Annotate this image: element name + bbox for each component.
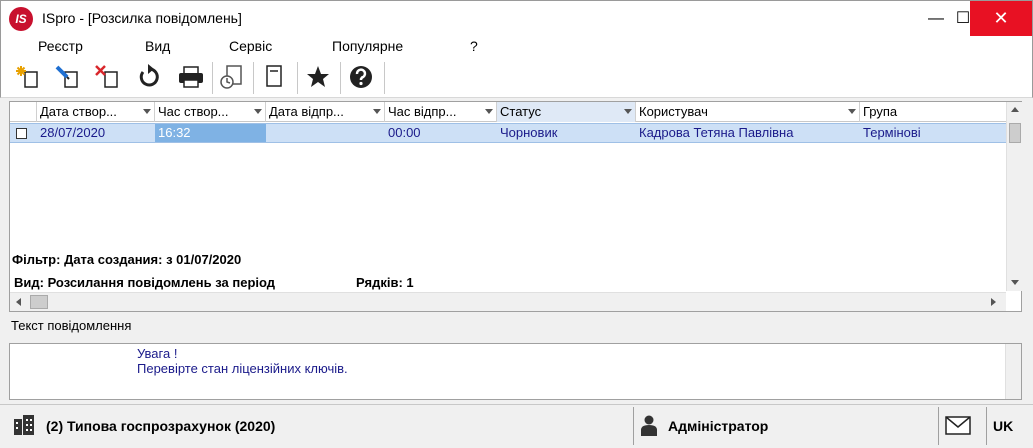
filter-label: Фільтр: Дата создания: з 01/07/2020	[12, 252, 242, 267]
column-header-label: Час створ...	[158, 104, 229, 119]
menu-bar: Реєстр Вид Сервіс Популярне ?	[0, 36, 1033, 58]
scroll-left-arrow-icon[interactable]	[16, 298, 21, 306]
mail-icon[interactable]	[945, 415, 971, 437]
column-header-label: Група	[863, 104, 898, 119]
column-header-label: Час відпр...	[388, 104, 457, 119]
scroll-thumb[interactable]	[1009, 123, 1021, 143]
table-row[interactable]: 28/07/2020 16:32 00:00 Чорновик Кадрова …	[10, 123, 1006, 143]
sort-arrow-icon[interactable]	[143, 109, 151, 114]
company-label[interactable]: (2) Типова госпрозрахунок (2020)	[46, 418, 275, 434]
sort-arrow-icon[interactable]	[485, 109, 493, 114]
menu-registry[interactable]: Реєстр	[38, 38, 83, 54]
scroll-down-arrow-icon[interactable]	[1011, 280, 1019, 285]
message-text-area[interactable]: Увага ! Перевірте стан ліцензійних ключі…	[9, 343, 1022, 400]
language-indicator[interactable]: UK	[993, 418, 1013, 434]
horizontal-scrollbar[interactable]	[10, 292, 1006, 311]
menu-popular[interactable]: Популярне	[332, 38, 403, 54]
scroll-right-arrow-icon[interactable]	[991, 298, 996, 306]
view-label: Вид: Розсилання повідомлень за період	[14, 275, 276, 290]
cell-date-created[interactable]: 28/07/2020	[37, 124, 155, 142]
close-button[interactable]: ✕	[970, 1, 1032, 36]
menu-help[interactable]: ?	[470, 38, 478, 54]
window-title: ISpro - [Розсилка повідомлень]	[42, 10, 242, 26]
column-header-date-sent[interactable]: Дата відпр...	[266, 102, 385, 122]
sort-arrow-icon[interactable]	[624, 109, 632, 114]
column-header-label: Статус	[500, 104, 542, 119]
grid-header: Дата створ... Час створ... Дата відпр...…	[10, 102, 1006, 122]
column-header-time-created[interactable]: Час створ...	[155, 102, 266, 122]
status-separator	[633, 407, 634, 445]
toolbar	[0, 58, 1033, 98]
print-icon[interactable]	[176, 62, 206, 92]
column-header-label: Користувач	[639, 104, 708, 119]
new-document-icon[interactable]	[13, 62, 43, 92]
status-bar: (2) Типова госпрозрахунок (2020) Адмініс…	[0, 404, 1033, 448]
toolbar-separator	[253, 62, 254, 94]
edit-document-icon[interactable]	[53, 62, 83, 92]
notebook-icon[interactable]	[259, 62, 289, 92]
cell-user[interactable]: Кадрова Тетяна Павлівна	[636, 124, 860, 142]
cell-time-created[interactable]: 16:32	[155, 124, 266, 142]
app-logo-icon: IS	[9, 7, 33, 31]
column-header-group[interactable]: Група	[860, 102, 1006, 122]
favorite-star-icon[interactable]	[303, 62, 333, 92]
column-header-label: Дата відпр...	[269, 104, 344, 119]
scroll-up-arrow-icon[interactable]	[1011, 107, 1019, 112]
vertical-scrollbar[interactable]	[1006, 102, 1022, 291]
message-line: Перевірте стан ліцензійних ключів.	[137, 361, 348, 376]
rows-count: Рядків: 1	[356, 275, 414, 290]
delete-document-icon[interactable]	[93, 62, 123, 92]
toolbar-separator	[297, 62, 298, 94]
status-separator	[986, 407, 987, 445]
column-header-label: Дата створ...	[40, 104, 117, 119]
help-icon[interactable]	[346, 62, 376, 92]
column-header-user[interactable]: Користувач	[636, 102, 860, 122]
title-bar: IS ISpro - [Розсилка повідомлень] — ☐ ✕	[0, 0, 1033, 36]
scroll-thumb[interactable]	[30, 295, 48, 309]
cell-status[interactable]: Чорновик	[497, 124, 636, 142]
vertical-scrollbar[interactable]	[1005, 344, 1021, 399]
user-label[interactable]: Адміністратор	[668, 418, 768, 434]
column-header-check	[10, 102, 37, 122]
sort-arrow-icon[interactable]	[848, 109, 856, 114]
refresh-icon[interactable]	[134, 62, 164, 92]
column-header-time-sent[interactable]: Час відпр...	[385, 102, 497, 122]
user-icon	[640, 414, 658, 438]
status-separator	[938, 407, 939, 445]
menu-service[interactable]: Сервіс	[229, 38, 272, 54]
cell-time-sent[interactable]: 00:00	[385, 124, 497, 142]
toolbar-separator	[340, 62, 341, 94]
menu-view[interactable]: Вид	[145, 38, 170, 54]
column-header-date-created[interactable]: Дата створ...	[37, 102, 155, 122]
sort-arrow-icon[interactable]	[254, 109, 262, 114]
schedule-document-icon[interactable]	[217, 62, 247, 92]
messages-grid: Дата створ... Час створ... Дата відпр...…	[9, 101, 1022, 312]
message-line: Увага !	[137, 346, 178, 361]
message-text-label: Текст повідомлення	[11, 318, 132, 333]
column-header-status[interactable]: Статус	[497, 102, 636, 122]
cell-group[interactable]: Термінові	[860, 124, 1006, 142]
toolbar-separator	[384, 62, 385, 94]
buildings-icon[interactable]	[12, 413, 36, 437]
cell-date-sent[interactable]	[266, 124, 385, 142]
sort-arrow-icon[interactable]	[373, 109, 381, 114]
row-checkbox[interactable]	[16, 128, 27, 139]
toolbar-separator	[212, 62, 213, 94]
